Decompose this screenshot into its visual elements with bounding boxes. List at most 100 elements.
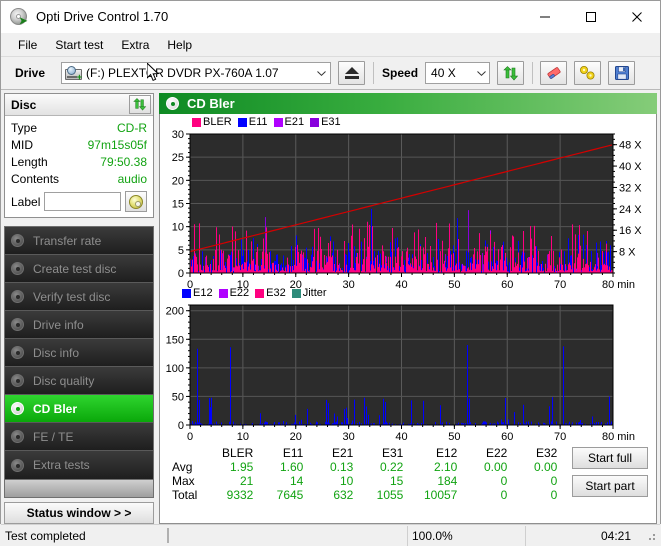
- svg-text:32 X: 32 X: [619, 182, 642, 194]
- sidebar-item-label: Extra tests: [33, 458, 90, 472]
- menu-item-start-test[interactable]: Start test: [46, 35, 112, 55]
- minimize-icon[interactable]: [522, 1, 568, 33]
- tools-icon: [579, 65, 597, 81]
- sidebar-item-fe-te[interactable]: FE / TE: [5, 423, 153, 451]
- drive-select[interactable]: + (F:) PLEXTOR DVDR PX-760A 1.07: [61, 62, 331, 84]
- row-label-total: Total: [168, 488, 207, 502]
- table-row: Max 21 14 10 15 184 0 0 -: [168, 474, 609, 488]
- col-e21: E21: [307, 446, 357, 460]
- sidebar-item-extra-tests[interactable]: Extra tests: [5, 451, 153, 479]
- sidebar-item-verify-test-disc[interactable]: Verify test disc: [5, 283, 153, 311]
- disc-row-key: Contents: [11, 171, 59, 188]
- start-full-button[interactable]: Start full: [572, 447, 648, 469]
- legend-swatch-icon: [219, 289, 228, 298]
- svg-text:40 X: 40 X: [619, 161, 642, 173]
- legend-entry-bler: BLER: [192, 116, 232, 128]
- optical-drive-icon: +: [65, 66, 82, 81]
- col-e22: E22: [461, 446, 511, 460]
- svg-text:70: 70: [554, 279, 566, 291]
- tools-button[interactable]: [574, 61, 601, 85]
- menu-item-help[interactable]: Help: [158, 35, 201, 55]
- legend-bler-chart: BLER E11 E21 E31: [192, 116, 344, 128]
- cell-max-e21: 10: [307, 474, 357, 488]
- legend-label: E12: [193, 287, 213, 299]
- svg-text:50: 50: [448, 279, 460, 291]
- sidebar-item-create-test-disc[interactable]: Create test disc: [5, 255, 153, 283]
- cell-max-bler: 21: [207, 474, 257, 488]
- cell-max-e22: 0: [461, 474, 511, 488]
- disc-row-value: 97m15s05f: [88, 137, 147, 154]
- sidebar-item-disc-info[interactable]: Disc info: [5, 339, 153, 367]
- svg-text:40: 40: [395, 431, 407, 443]
- save-button[interactable]: [608, 61, 635, 85]
- maximize-icon[interactable]: [568, 1, 614, 33]
- tab-cd-bler[interactable]: CD Bler: [159, 93, 657, 114]
- start-part-button[interactable]: Start part: [572, 475, 648, 497]
- table-row: Total 9332 7645 632 1055 10057 0 0: [168, 488, 609, 502]
- legend-entry-e21: E21: [274, 116, 305, 128]
- resize-grip-icon[interactable]: [645, 530, 657, 542]
- legend-swatch-icon: [274, 118, 283, 127]
- legend-entry-e22: E22: [219, 287, 250, 299]
- cell-avg-e31: 0.22: [357, 460, 407, 474]
- menu-item-extra[interactable]: Extra: [112, 35, 158, 55]
- menu-item-file[interactable]: File: [9, 35, 46, 55]
- menu-bar: File Start test Extra Help: [1, 33, 660, 57]
- disc-icon: [10, 401, 27, 416]
- svg-text:80 min: 80 min: [602, 279, 635, 291]
- legend-swatch-icon: [255, 289, 264, 298]
- toolbar-divider-2: [532, 62, 533, 84]
- disc-label-input[interactable]: [44, 192, 121, 211]
- refresh-button[interactable]: [497, 61, 524, 85]
- close-icon[interactable]: [614, 1, 660, 33]
- cell-total-e21: 632: [307, 488, 357, 502]
- disc-label-button[interactable]: [125, 191, 147, 212]
- sidebar-item-label: Verify test disc: [33, 290, 110, 304]
- svg-text:30: 30: [172, 129, 184, 141]
- title-bar: ➤ Opti Drive Control 1.70: [1, 1, 660, 33]
- legend-label: E21: [285, 116, 305, 128]
- progress-percent: 100.0%: [407, 526, 525, 546]
- status-bar: Test completed 100.0% 04:21: [1, 524, 660, 546]
- main-area: Disc Type CD-R: [1, 90, 660, 524]
- speed-select[interactable]: 40 X: [425, 62, 490, 84]
- eraser-icon: [545, 65, 563, 81]
- svg-text:20: 20: [290, 431, 302, 443]
- drive-toolbar: Drive + (F:) PLEXTOR DVDR PX-760A 1.07 S…: [1, 57, 660, 90]
- disc-row-key: Type: [11, 120, 37, 137]
- disc-row-key: MID: [11, 137, 33, 154]
- disc-refresh-button[interactable]: [129, 95, 151, 114]
- cell-max-e12: 184: [407, 474, 461, 488]
- eject-button[interactable]: [338, 61, 365, 85]
- disc-icon: [10, 233, 27, 248]
- chevron-down-icon: [472, 63, 489, 83]
- legend-label: E22: [230, 287, 250, 299]
- disc-icon: [10, 429, 27, 444]
- col-e11: E11: [257, 446, 307, 460]
- legend-entry-e11: E11: [238, 116, 268, 128]
- sidebar-item-label: FE / TE: [33, 430, 73, 444]
- test-nav-list: Transfer rate Create test disc Verify te…: [4, 226, 154, 480]
- sidebar-item-drive-info[interactable]: Drive info: [5, 311, 153, 339]
- erase-button[interactable]: [540, 61, 567, 85]
- status-message: Test completed: [1, 526, 161, 546]
- speed-select-value: 40 X: [429, 66, 456, 80]
- cell-total-e22: 0: [461, 488, 511, 502]
- svg-text:60: 60: [501, 431, 513, 443]
- svg-text:5: 5: [178, 245, 184, 257]
- legend-label: E31: [321, 116, 341, 128]
- cell-max-e31: 15: [357, 474, 407, 488]
- svg-text:20: 20: [172, 175, 184, 187]
- status-window-button[interactable]: Status window > >: [4, 502, 154, 524]
- sidebar-item-cd-bler[interactable]: CD Bler: [5, 395, 153, 423]
- sidebar-item-disc-quality[interactable]: Disc quality: [5, 367, 153, 395]
- sidebar-item-transfer-rate[interactable]: Transfer rate: [5, 227, 153, 255]
- svg-text:10: 10: [172, 222, 184, 234]
- toolbar-divider-1: [373, 62, 374, 84]
- disc-panel-title: Disc: [11, 98, 36, 112]
- window-controls: [522, 1, 660, 33]
- disc-label-caption: Label: [11, 195, 40, 209]
- svg-text:10: 10: [237, 431, 249, 443]
- svg-text:70: 70: [554, 431, 566, 443]
- legend-entry-e31: E31: [310, 116, 341, 128]
